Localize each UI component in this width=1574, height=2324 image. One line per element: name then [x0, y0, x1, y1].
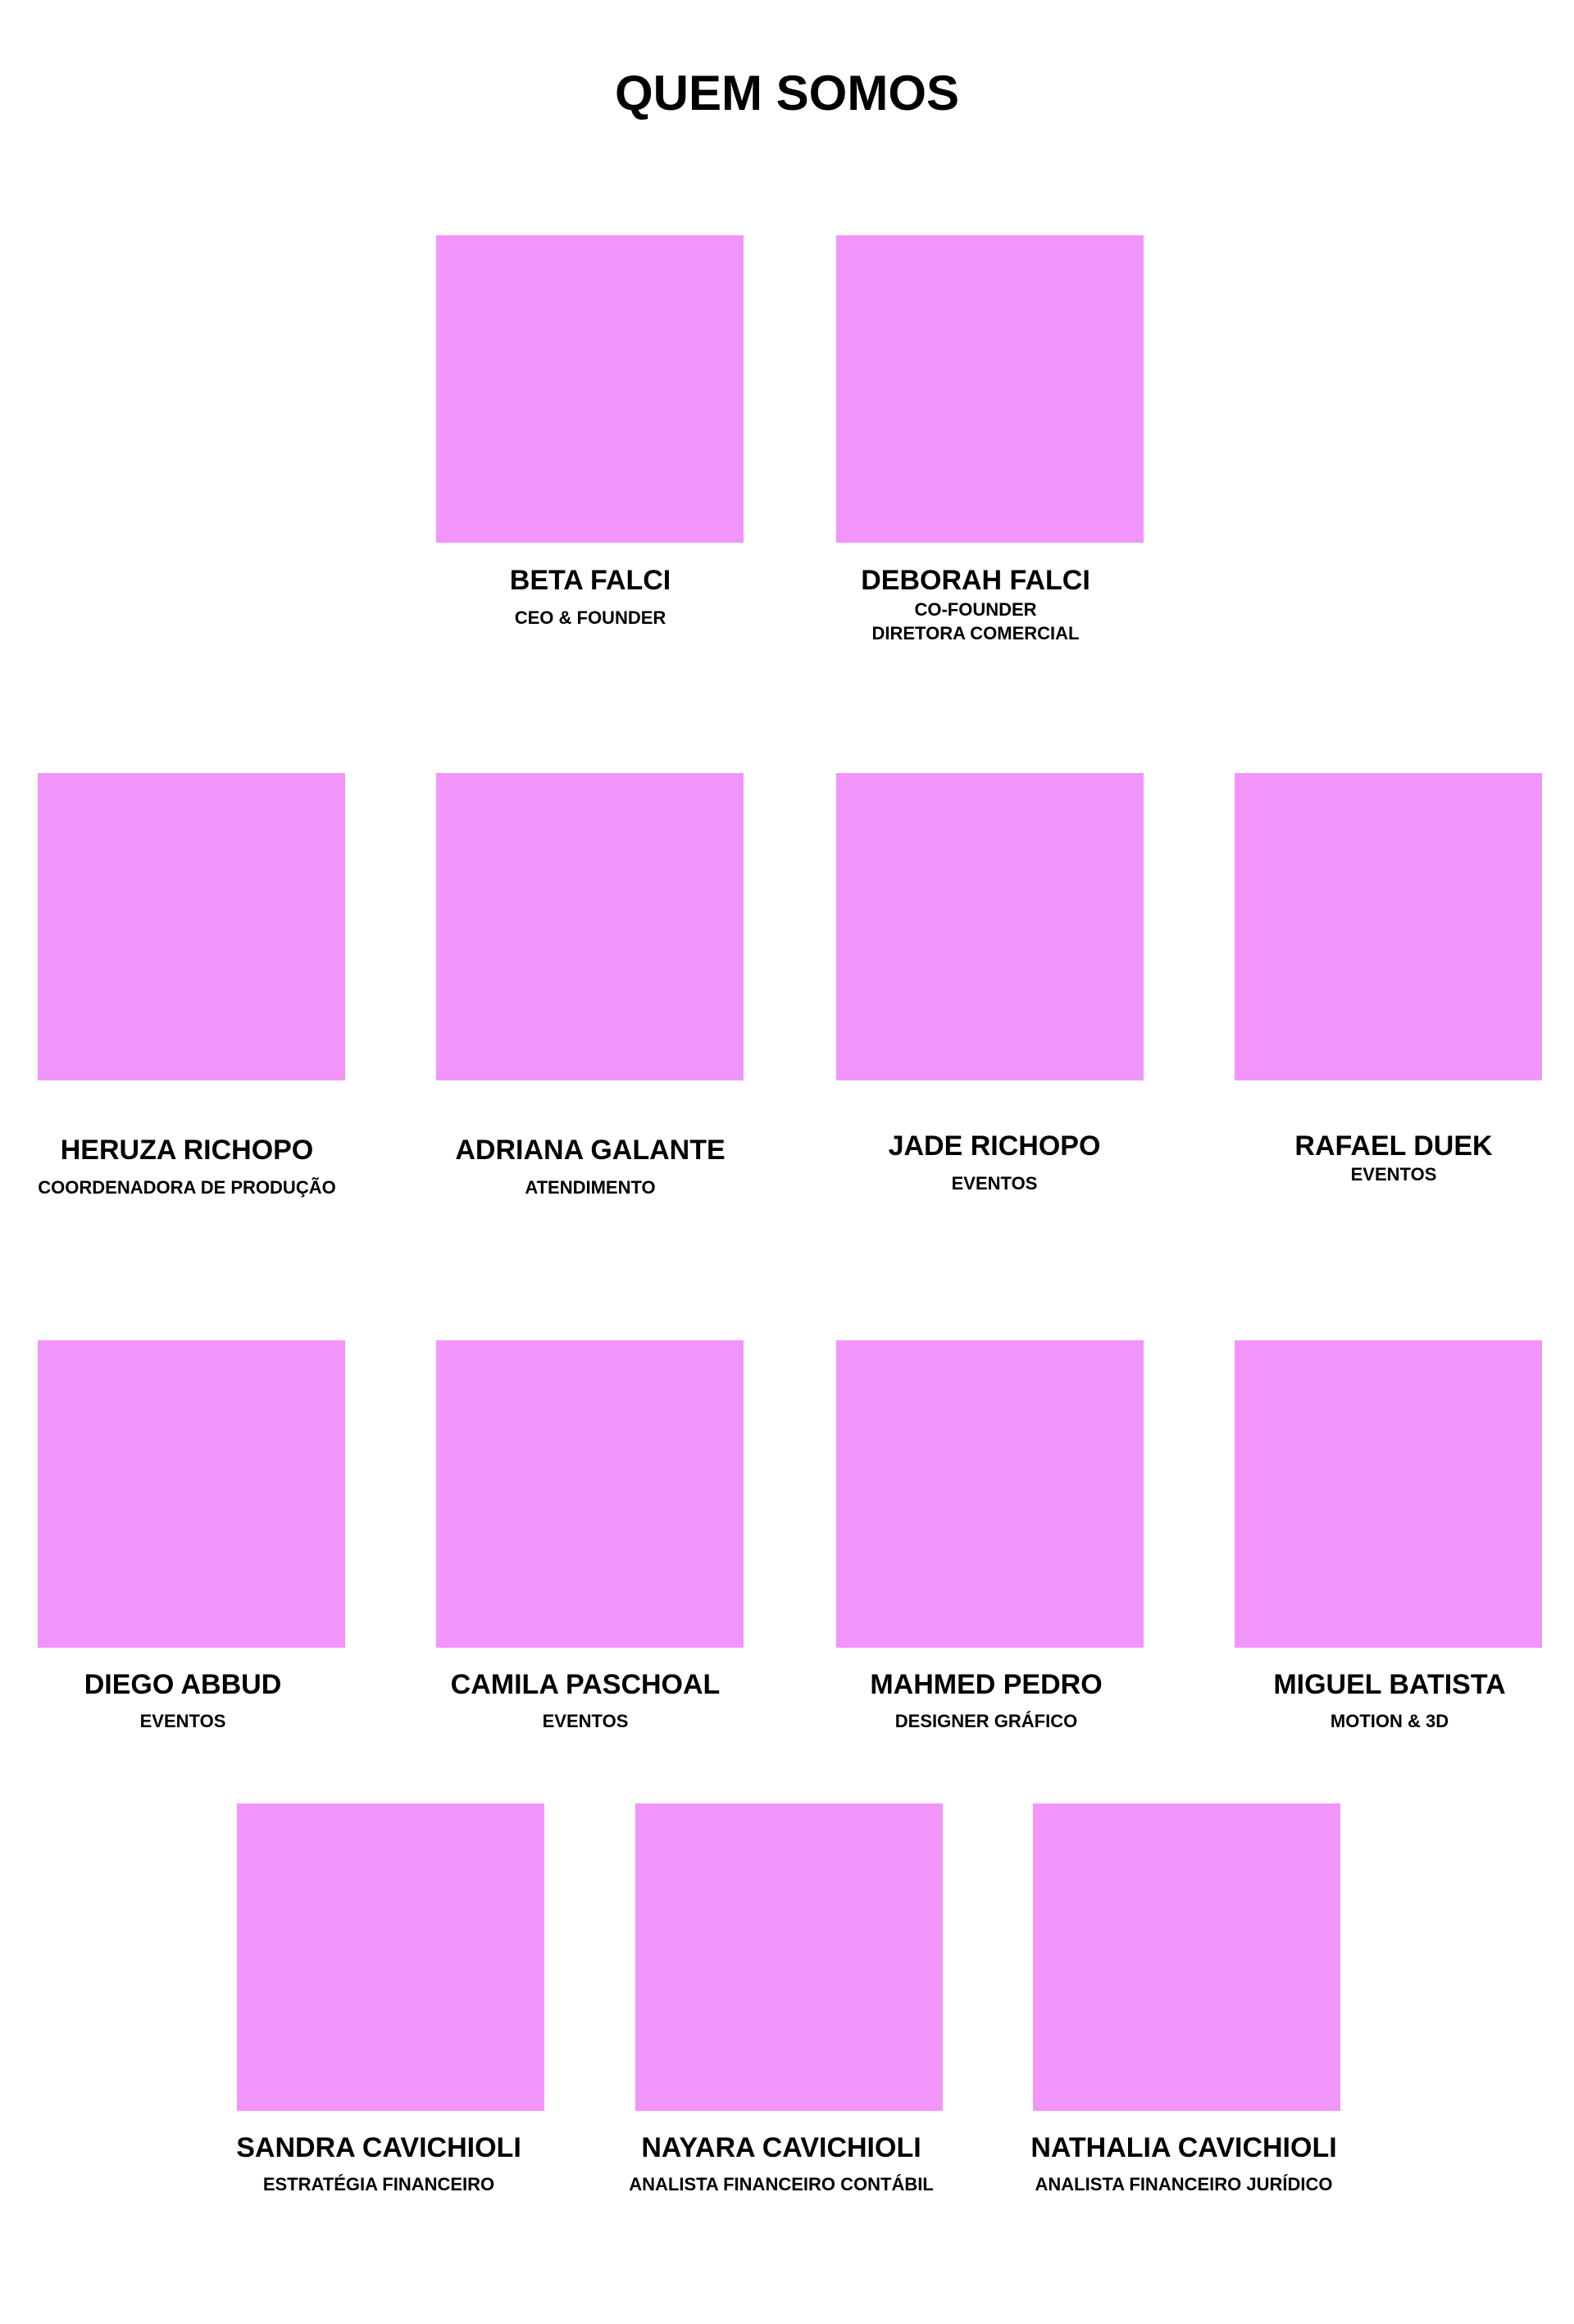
member-role: EVENTOS — [542, 1711, 629, 1731]
member-role: CEO & FOUNDER — [514, 607, 666, 628]
member-role: DESIGNER GRÁFICO — [894, 1711, 1078, 1731]
member-name: NAYARA CAVICHIOLI — [641, 2132, 921, 2163]
member-name: MIGUEL BATISTA — [1273, 1669, 1506, 1700]
photo-placeholder — [836, 1340, 1144, 1648]
photo-placeholder — [1235, 773, 1542, 1080]
member-name: NATHALIA CAVICHIOLI — [1030, 2132, 1337, 2163]
photo-placeholder — [38, 1340, 345, 1648]
member-role: EVENTOS — [1350, 1164, 1437, 1185]
member-role: MOTION & 3D — [1330, 1711, 1449, 1731]
member-name: CAMILA PASCHOAL — [450, 1669, 721, 1700]
photo-placeholder — [836, 773, 1144, 1080]
member-name: ADRIANA GALANTE — [455, 1135, 726, 1166]
photo-placeholder — [836, 235, 1144, 543]
member-name: DIEGO ABBUD — [84, 1669, 282, 1700]
member-name: BETA FALCI — [509, 565, 671, 596]
photo-placeholder — [38, 773, 345, 1080]
photo-placeholder — [635, 1803, 943, 2111]
member-role: EVENTOS — [139, 1711, 226, 1731]
member-role: ANALISTA FINANCEIRO CONTÁBIL — [629, 2174, 934, 2194]
member-role: COORDENADORA DE PRODUÇÃO — [38, 1177, 336, 1198]
member-name: DEBORAH FALCI — [861, 565, 1090, 596]
page-title: QUEM SOMOS — [614, 66, 960, 121]
member-role: CO-FOUNDER — [914, 599, 1037, 620]
member-name: RAFAEL DUEK — [1294, 1130, 1493, 1162]
member-role: ESTRATÉGIA FINANCEIRO — [262, 2174, 495, 2194]
photo-placeholder — [436, 1340, 744, 1648]
member-name: HERUZA RICHOPO — [60, 1135, 314, 1166]
photo-placeholder — [436, 773, 744, 1080]
member-name: MAHMED PEDRO — [870, 1669, 1103, 1700]
member-name: SANDRA CAVICHIOLI — [236, 2132, 521, 2163]
member-name: JADE RICHOPO — [888, 1130, 1101, 1162]
member-role: EVENTOS — [951, 1173, 1038, 1194]
photo-placeholder — [1033, 1803, 1340, 2111]
member-role: ANALISTA FINANCEIRO JURÍDICO — [1035, 2174, 1333, 2194]
photo-placeholder — [237, 1803, 544, 2111]
photo-placeholder — [436, 235, 744, 543]
photo-placeholder — [1235, 1340, 1542, 1648]
member-role: ATENDIMENTO — [525, 1177, 656, 1198]
member-role: DIRETORA COMERCIAL — [871, 623, 1080, 644]
